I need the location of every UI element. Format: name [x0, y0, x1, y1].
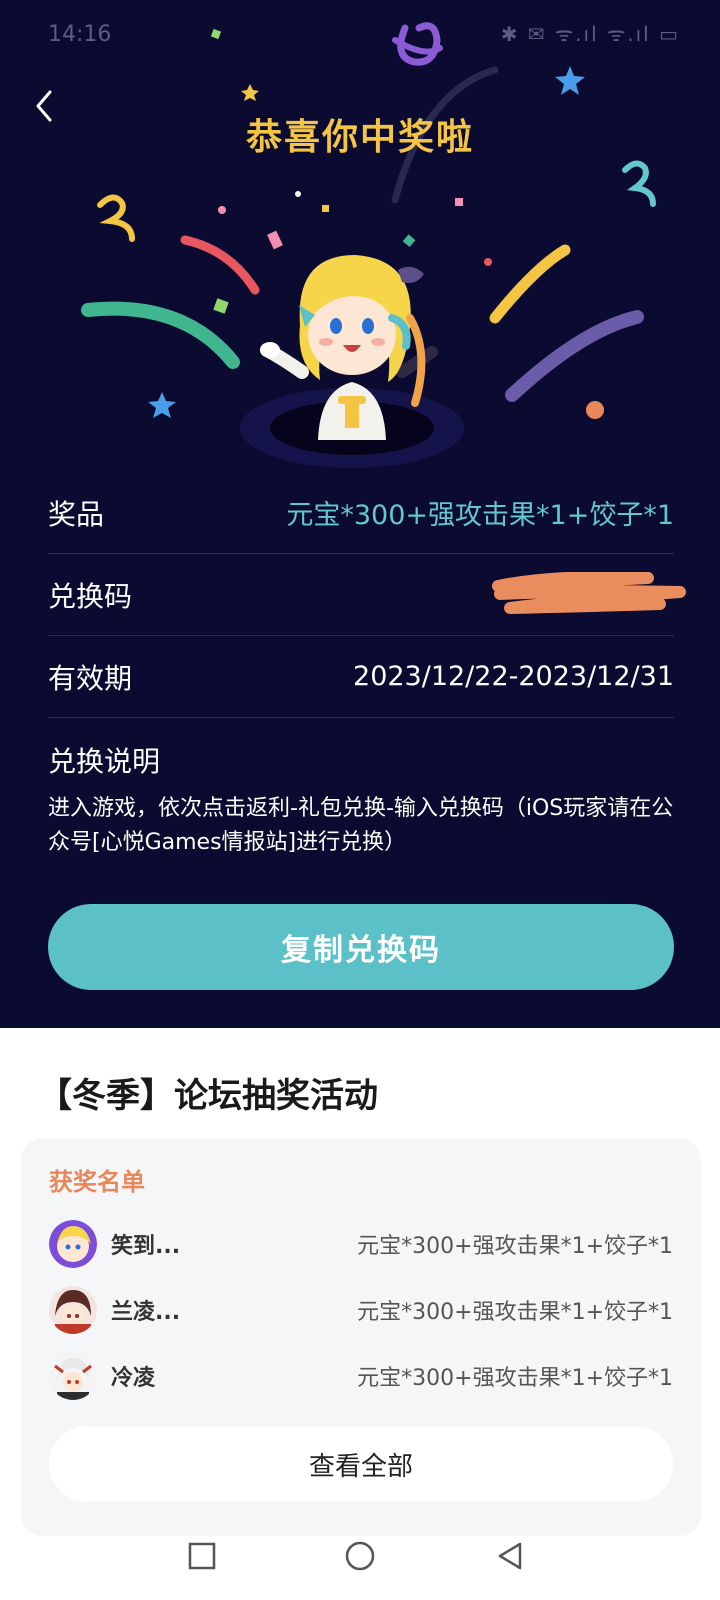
winner-name: 兰凌...: [111, 1300, 181, 1325]
redacted-code-scribble: [492, 572, 686, 614]
page-title: 恭喜你中奖啦: [245, 117, 474, 158]
prize-result-panel: 14:16 ✱ ✉ ᯤ.ıl ᯤ.ıl ▭ 恭喜你中奖啦 奖品 元宝*300+强…: [0, 0, 720, 1028]
prize-label: 奖品: [48, 497, 105, 531]
celebration-illustration: [81, 22, 656, 468]
view-all-button[interactable]: 查看全部: [49, 1426, 673, 1502]
copy-code-button[interactable]: 复制兑换码: [48, 904, 674, 990]
code-label: 兑换码: [48, 579, 133, 613]
avatar: [49, 1286, 97, 1334]
prize-row: 奖品 元宝*300+强攻击果*1+饺子*1: [48, 472, 674, 554]
validity-row: 有效期 2023/12/22-2023/12/31: [48, 636, 674, 718]
winner-name: 笑到...: [111, 1234, 181, 1259]
winner-prize: 元宝*300+强攻击果*1+饺子*1: [357, 1300, 673, 1325]
winner-prize: 元宝*300+强攻击果*1+饺子*1: [357, 1234, 673, 1259]
square-icon[interactable]: [182, 1536, 222, 1576]
event-title: 【冬季】论坛抽奖活动: [38, 1076, 378, 1116]
system-nav-bar: [0, 1530, 720, 1600]
winners-title: 获奖名单: [49, 1168, 145, 1196]
winner-prize: 元宝*300+强攻击果*1+饺子*1: [357, 1366, 673, 1391]
prize-info-list: 奖品 元宝*300+强攻击果*1+饺子*1 兑换码 有效期 2023/12/22…: [48, 472, 686, 718]
circle-icon[interactable]: [340, 1536, 380, 1576]
event-section: 【冬季】论坛抽奖活动 获奖名单 笑到... 元宝*300+强攻击果*1+饺子*1: [0, 1028, 720, 1600]
avatar: [49, 1352, 97, 1400]
validity-label: 有效期: [48, 661, 133, 695]
validity-value: 2023/12/22-2023/12/31: [353, 661, 674, 692]
winner-row[interactable]: 冷凌 元宝*300+强攻击果*1+饺子*1: [49, 1350, 673, 1402]
triangle-back-icon[interactable]: [490, 1536, 530, 1576]
avatar: [49, 1220, 97, 1268]
prize-value: 元宝*300+强攻击果*1+饺子*1: [286, 500, 674, 531]
instructions-title: 兑换说明: [48, 745, 161, 778]
winners-card: 获奖名单 笑到... 元宝*300+强攻击果*1+饺子*1 兰凌... 元宝*3…: [21, 1138, 701, 1536]
winner-name: 冷凌: [111, 1366, 156, 1391]
winner-row[interactable]: 兰凌... 元宝*300+强攻击果*1+饺子*1: [49, 1284, 673, 1336]
winner-row[interactable]: 笑到... 元宝*300+强攻击果*1+饺子*1: [49, 1218, 673, 1270]
instructions-text: 进入游戏，依次点击返利-礼包兑换-输入兑换码（iOS玩家请在公众号[心悦Game…: [48, 796, 674, 855]
